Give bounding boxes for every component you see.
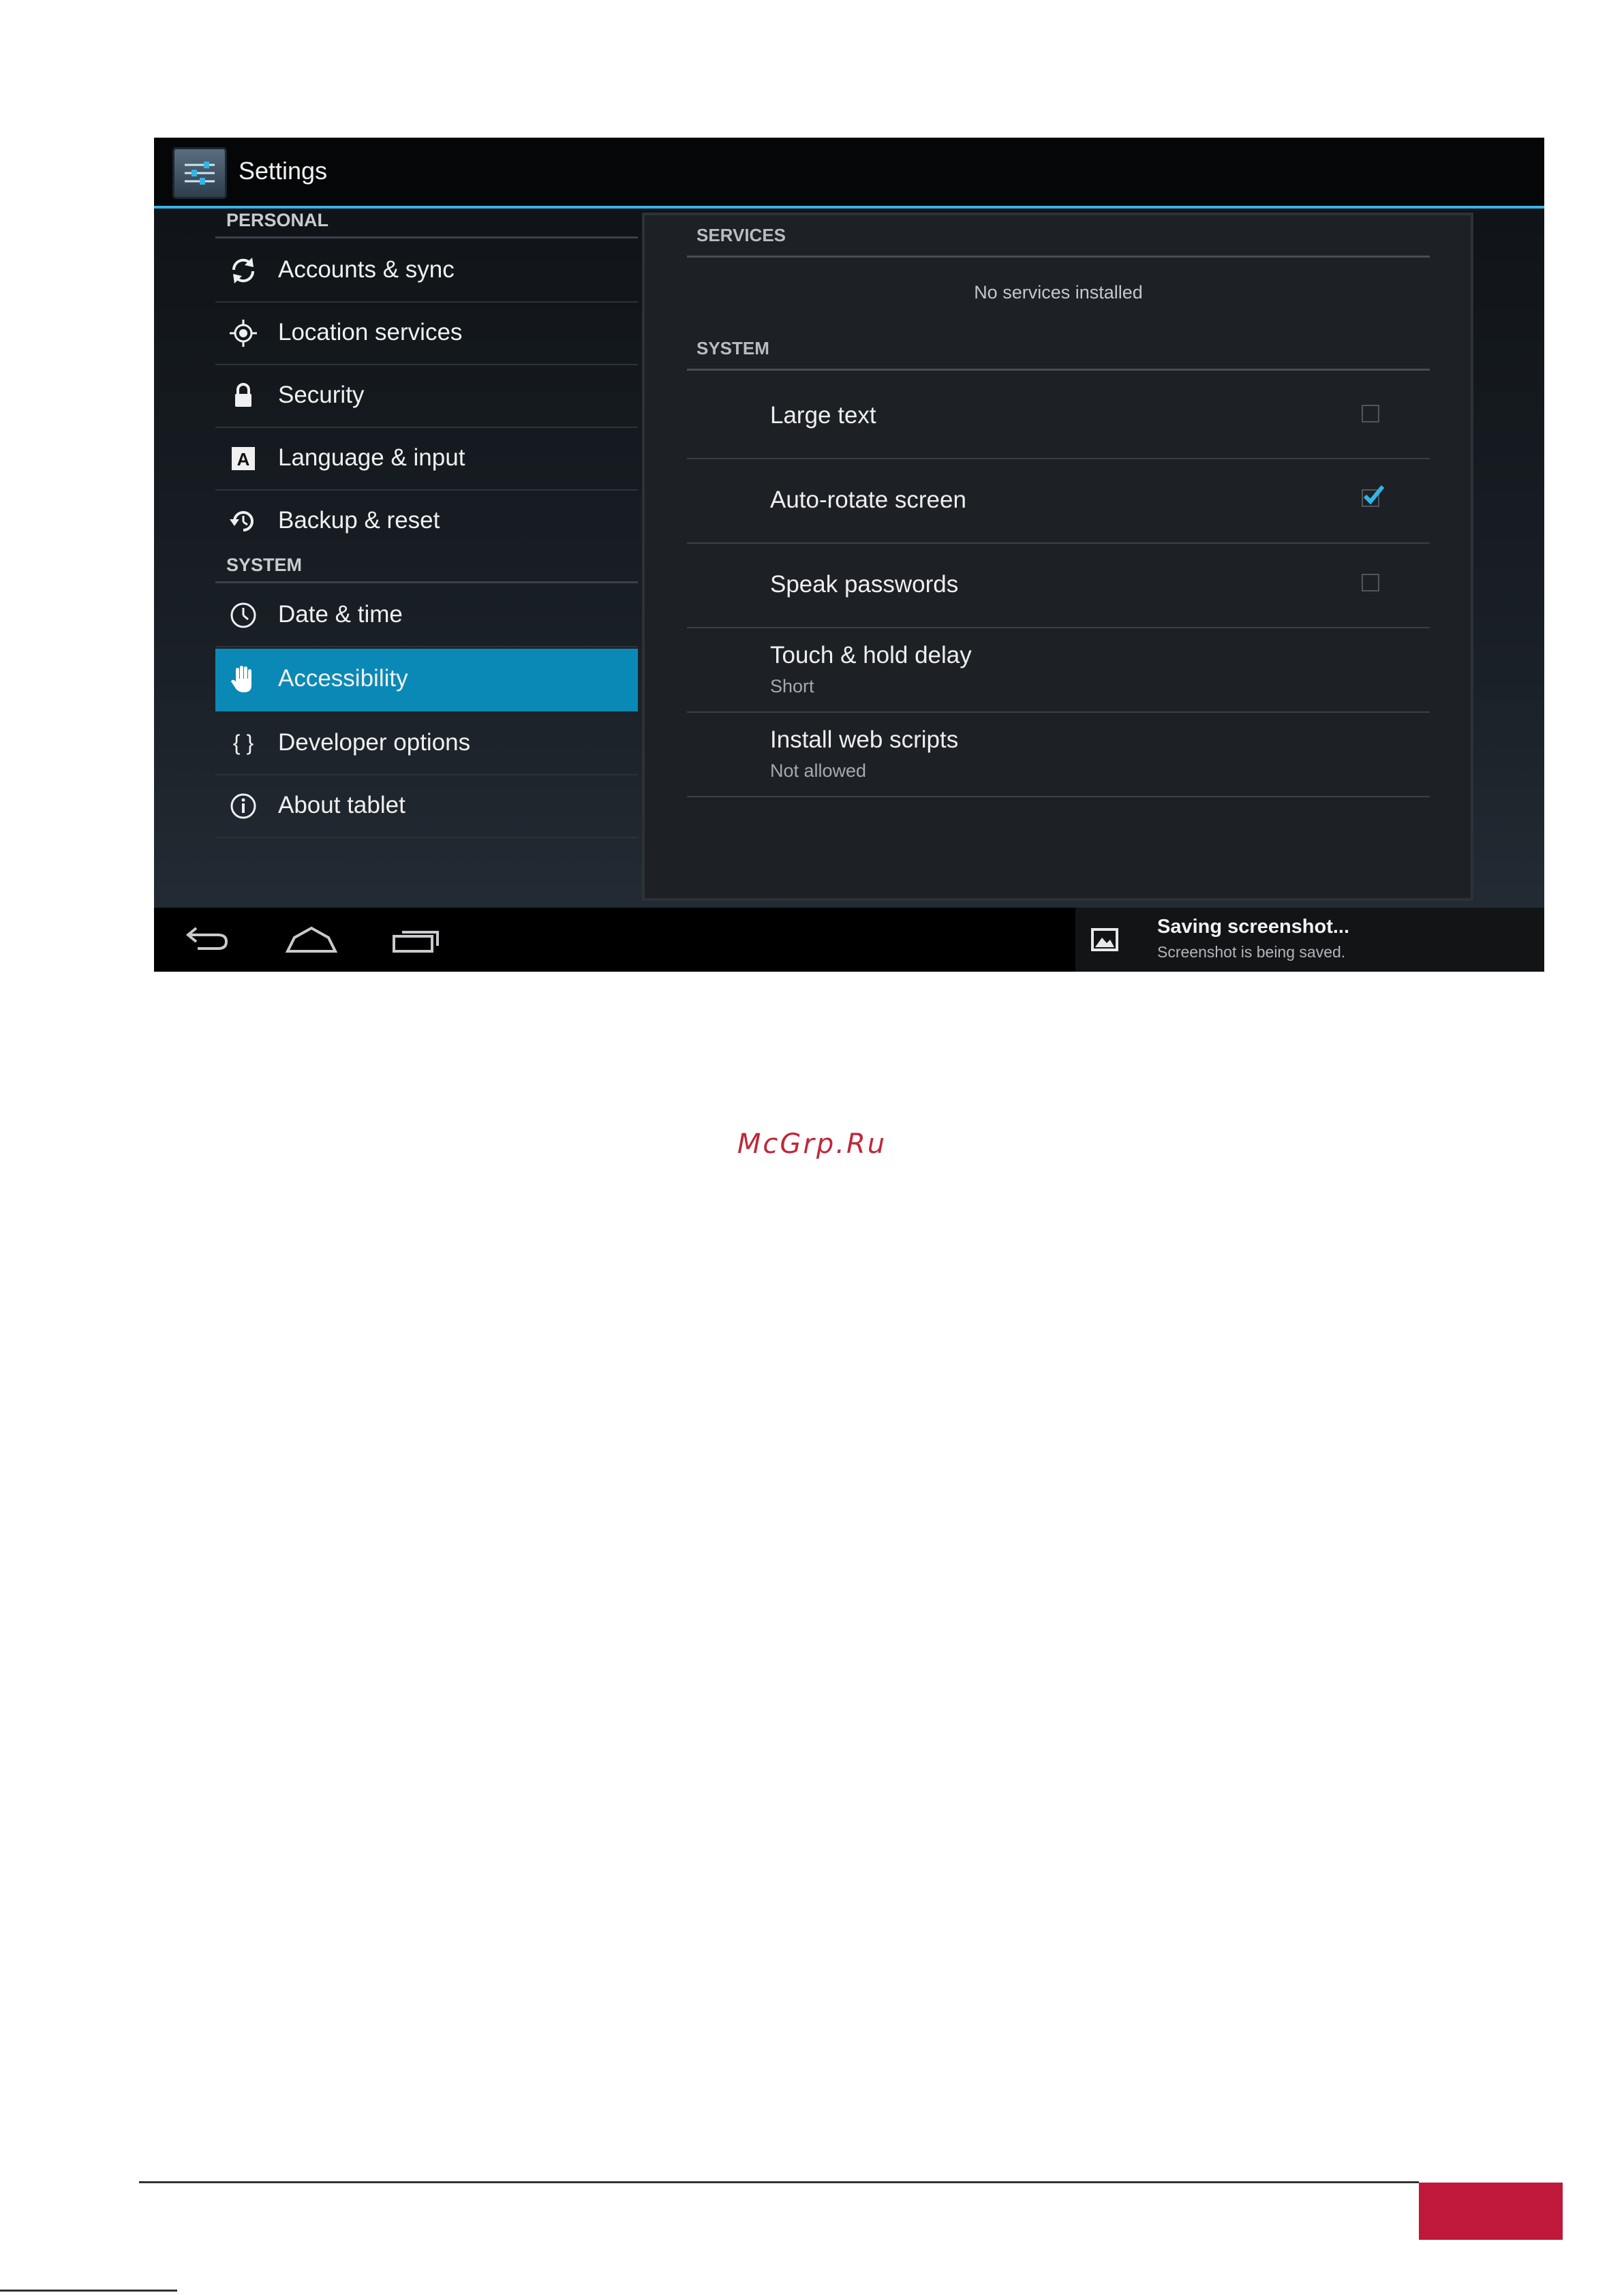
section-header-personal: PERSONAL bbox=[215, 210, 638, 238]
svg-text:A: A bbox=[237, 449, 250, 469]
page-number-tab bbox=[1419, 2183, 1563, 2240]
notification-text: Screenshot is being saved. bbox=[1157, 943, 1346, 961]
pref-title: Install web scripts bbox=[770, 726, 959, 753]
braces-icon: { } bbox=[233, 730, 254, 755]
sidebar-item-label: About tablet bbox=[278, 792, 405, 818]
sidebar-item-location-services[interactable]: Location services bbox=[215, 303, 638, 365]
sidebar-item-label: Language & input bbox=[278, 444, 465, 471]
screenshot-notification[interactable]: Saving screenshot... Screenshot is being… bbox=[1075, 908, 1544, 972]
pref-title: Speak passwords bbox=[770, 571, 959, 598]
pref-install-web-scripts[interactable]: Install web scripts Not allowed bbox=[687, 713, 1430, 797]
large-text-checkbox[interactable] bbox=[1362, 405, 1379, 422]
clock-icon bbox=[230, 602, 256, 628]
pref-touch-hold-delay[interactable]: Touch & hold delay Short bbox=[687, 628, 1430, 713]
section-header-services: SERVICES bbox=[687, 225, 1430, 258]
info-icon bbox=[230, 793, 256, 819]
lock-icon bbox=[235, 383, 251, 407]
svg-text:{ }: { } bbox=[233, 730, 254, 755]
pref-title: Auto-rotate screen bbox=[770, 487, 966, 513]
home-icon bbox=[285, 926, 338, 953]
no-services-message: No services installed bbox=[974, 282, 1143, 303]
pref-summary: Short bbox=[770, 676, 814, 696]
watermark: McGrp.Ru bbox=[737, 1128, 887, 1160]
back-icon bbox=[185, 927, 228, 950]
pref-summary: Not allowed bbox=[770, 760, 867, 781]
sidebar-item-accounts-sync[interactable]: Accounts & sync bbox=[215, 240, 638, 303]
auto-rotate-checkbox[interactable] bbox=[1362, 485, 1385, 507]
backup-icon bbox=[230, 511, 254, 532]
sidebar-item-label: Developer options bbox=[278, 729, 471, 756]
image-icon bbox=[1091, 928, 1118, 951]
accessibility-settings-panel: SERVICES No services installed SYSTEM La… bbox=[642, 213, 1473, 901]
pref-title: Large text bbox=[770, 402, 876, 429]
sync-icon bbox=[232, 258, 255, 283]
hand-icon bbox=[231, 666, 251, 692]
back-button[interactable] bbox=[179, 917, 240, 961]
recent-apps-button[interactable] bbox=[386, 917, 447, 961]
sidebar-item-label: Accessibility bbox=[278, 665, 408, 692]
sidebar-item-label: Date & time bbox=[278, 601, 403, 628]
sidebar-item-label: Backup & reset bbox=[278, 507, 440, 534]
sidebar-item-backup-reset[interactable]: Backup & reset bbox=[215, 491, 638, 553]
speak-passwords-checkbox[interactable] bbox=[1362, 574, 1379, 591]
sidebar-item-language-input[interactable]: A Language & input bbox=[215, 428, 638, 491]
sidebar-item-label: Accounts & sync bbox=[278, 256, 455, 283]
footer-divider bbox=[139, 2181, 1419, 2183]
sidebar-item-label: Location services bbox=[278, 319, 463, 345]
pref-large-text[interactable]: Large text bbox=[687, 375, 1430, 459]
sidebar-item-label: Security bbox=[278, 382, 365, 408]
language-icon: A bbox=[232, 447, 255, 470]
home-button[interactable] bbox=[281, 917, 342, 961]
pref-auto-rotate-screen[interactable]: Auto-rotate screen bbox=[687, 459, 1430, 544]
tablet-screenshot: Settings PERSONAL Accounts & sync Locati… bbox=[154, 138, 1544, 972]
checkmark-icon bbox=[1363, 485, 1385, 505]
action-bar: Settings bbox=[154, 138, 1544, 209]
navigation-bar: Saving screenshot... Screenshot is being… bbox=[154, 908, 1544, 972]
bottom-divider bbox=[0, 2290, 177, 2292]
settings-app-icon[interactable] bbox=[172, 147, 227, 199]
app-title: Settings bbox=[239, 157, 328, 185]
recent-apps-icon bbox=[393, 931, 439, 953]
sidebar-item-about-tablet[interactable]: About tablet bbox=[215, 775, 638, 838]
pref-speak-passwords[interactable]: Speak passwords bbox=[687, 544, 1430, 628]
section-header-system: SYSTEM bbox=[215, 555, 638, 583]
pref-title: Touch & hold delay bbox=[770, 642, 972, 668]
sidebar-item-date-time[interactable]: Date & time bbox=[215, 585, 638, 647]
sidebar-item-developer-options[interactable]: { } Developer options bbox=[215, 713, 638, 775]
section-header-system: SYSTEM bbox=[687, 338, 1430, 371]
location-icon bbox=[230, 320, 257, 347]
sidebar-item-accessibility[interactable]: Accessibility bbox=[215, 649, 638, 711]
sidebar-item-security[interactable]: Security bbox=[215, 365, 638, 428]
notification-title: Saving screenshot... bbox=[1157, 916, 1350, 938]
